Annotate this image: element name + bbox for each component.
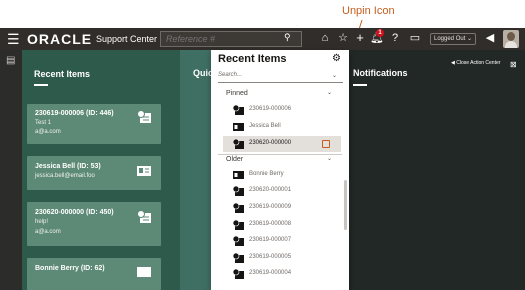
incident-icon [233,269,244,279]
list-item[interactable]: 230619-000007 [223,233,341,249]
list-item[interactable]: 230619-000006 [223,102,341,118]
callout-area: Unpin Icon [0,0,525,28]
card-email: a@a.com [35,129,61,135]
close-action-center-label: Close Action Center [456,60,501,66]
item-label: 230619-000006 [249,106,292,112]
divider [218,154,342,155]
incident-icon [233,139,244,149]
chat-icon[interactable]: ▭ [408,31,422,45]
card-subtitle: Test 1 [35,120,52,126]
list-item[interactable]: 230619-000004 [223,266,341,282]
chevron-down-icon[interactable]: ⌄ [327,89,332,96]
list-item[interactable]: Jessica Bell [223,119,341,135]
product-name: Support Center [96,34,158,44]
card-title: 230619-000006 (ID: 446) [35,110,114,117]
chevron-down-icon[interactable]: ⌄ [332,72,337,79]
incident-icon [233,105,244,115]
incident-icon [233,220,244,230]
item-label: 230619-000007 [249,237,292,243]
reference-search-input[interactable] [160,31,302,47]
recent-card[interactable]: 230620-000000 (ID: 450) help! a@a.com [27,202,161,246]
search-icon[interactable]: ⚲ [284,32,291,43]
incident-icon [233,236,244,246]
item-label: 230620-000000 [249,140,292,146]
panel-title: Recent Items [34,69,91,79]
app-root: Unpin Icon ☰ ORACLE Support Center ⚲ ⌂ ☆… [0,0,525,290]
scrollbar[interactable] [344,180,347,230]
contact-card-icon [137,166,151,176]
incident-icon [233,186,244,196]
card-email: a@a.com [35,229,61,235]
pinned-section-label: Pinned [226,90,248,97]
contact-card-icon [233,171,244,179]
title-underline [353,84,367,86]
title-underline [34,84,48,86]
dropdown-title: Recent Items [218,53,287,65]
item-label: Jessica Bell [249,123,281,129]
brand-logo: ORACLE [27,31,93,47]
contact-card-icon [137,267,151,277]
avatar[interactable] [503,30,519,48]
older-section-label: Older [226,156,244,163]
top-bar: ☰ ORACLE Support Center ⚲ ⌂ ☆ + 🔔︎ 1 ? ▭… [0,28,525,50]
search-input[interactable]: Search... [218,70,343,83]
message-icon[interactable]: ▤ [6,55,15,66]
list-item[interactable]: 230619-000005 [223,250,341,266]
callout-label: Unpin Icon [342,5,395,17]
item-label: 230619-000005 [249,254,292,260]
notifications-title: Notifications [353,68,408,78]
notification-count-badge: 1 [376,29,384,37]
item-label: 230619-000004 [249,270,292,276]
item-label: 230620-000001 [249,187,292,193]
card-title: Bonnie Berry (ID: 62) [35,265,105,272]
list-item[interactable]: Bonnie Berry [223,167,341,183]
card-title: Jessica Bell (ID: 53) [35,163,101,170]
unpin-panel-icon[interactable]: ⊠ [510,60,517,69]
speaker-icon[interactable]: ◀︎ [483,31,497,45]
home-icon[interactable]: ⌂ [318,31,332,45]
item-label: 230619-000008 [249,221,292,227]
hamburger-menu-icon[interactable]: ☰ [7,31,20,48]
list-item[interactable]: 230619-000008 [223,217,341,233]
incident-icon [233,253,244,263]
list-item[interactable]: 230619-000009 [223,200,341,216]
unpin-icon[interactable] [322,140,330,148]
incident-icon [137,211,151,223]
recent-card[interactable]: Bonnie Berry (ID: 62) [27,258,161,290]
list-item[interactable]: 230620-000000 [223,136,341,152]
incident-icon [137,111,151,123]
gear-icon[interactable]: ⚙ [332,53,341,64]
help-icon[interactable]: ? [388,31,402,45]
item-label: Bonnie Berry [249,171,284,177]
status-dropdown[interactable]: Logged Out ⌄ [430,33,477,45]
recent-card[interactable]: 230619-000006 (ID: 446) Test 1 a@a.com [27,104,161,144]
recent-card[interactable]: Jessica Bell (ID: 53) jessica.bell@email… [27,156,161,190]
chevron-down-icon[interactable]: ⌄ [327,155,332,162]
incident-icon [233,203,244,213]
card-title: 230620-000000 (ID: 450) [35,209,114,216]
recent-items-dropdown: Recent Items ⚙ Search... ⌄ Pinned ⌄ 2306… [211,50,349,290]
quick-panel: Quic [180,50,214,290]
left-strip: ▤ [0,50,22,290]
quick-panel-title: Quic [193,68,214,78]
list-item[interactable]: 230620-000001 [223,183,341,199]
star-icon[interactable]: ☆ [336,31,350,45]
item-label: 230619-000009 [249,204,292,210]
contact-card-icon [233,123,244,131]
add-icon[interactable]: + [353,31,367,45]
close-action-center-link[interactable]: ◀ Close Action Center [451,60,500,66]
notifications-panel: Notifications ◀ Close Action Center ⊠ [349,50,525,290]
card-email: jessica.bell@email.foo [35,173,95,179]
card-subtitle: help! [35,219,49,225]
status-label: Logged Out [434,36,466,42]
